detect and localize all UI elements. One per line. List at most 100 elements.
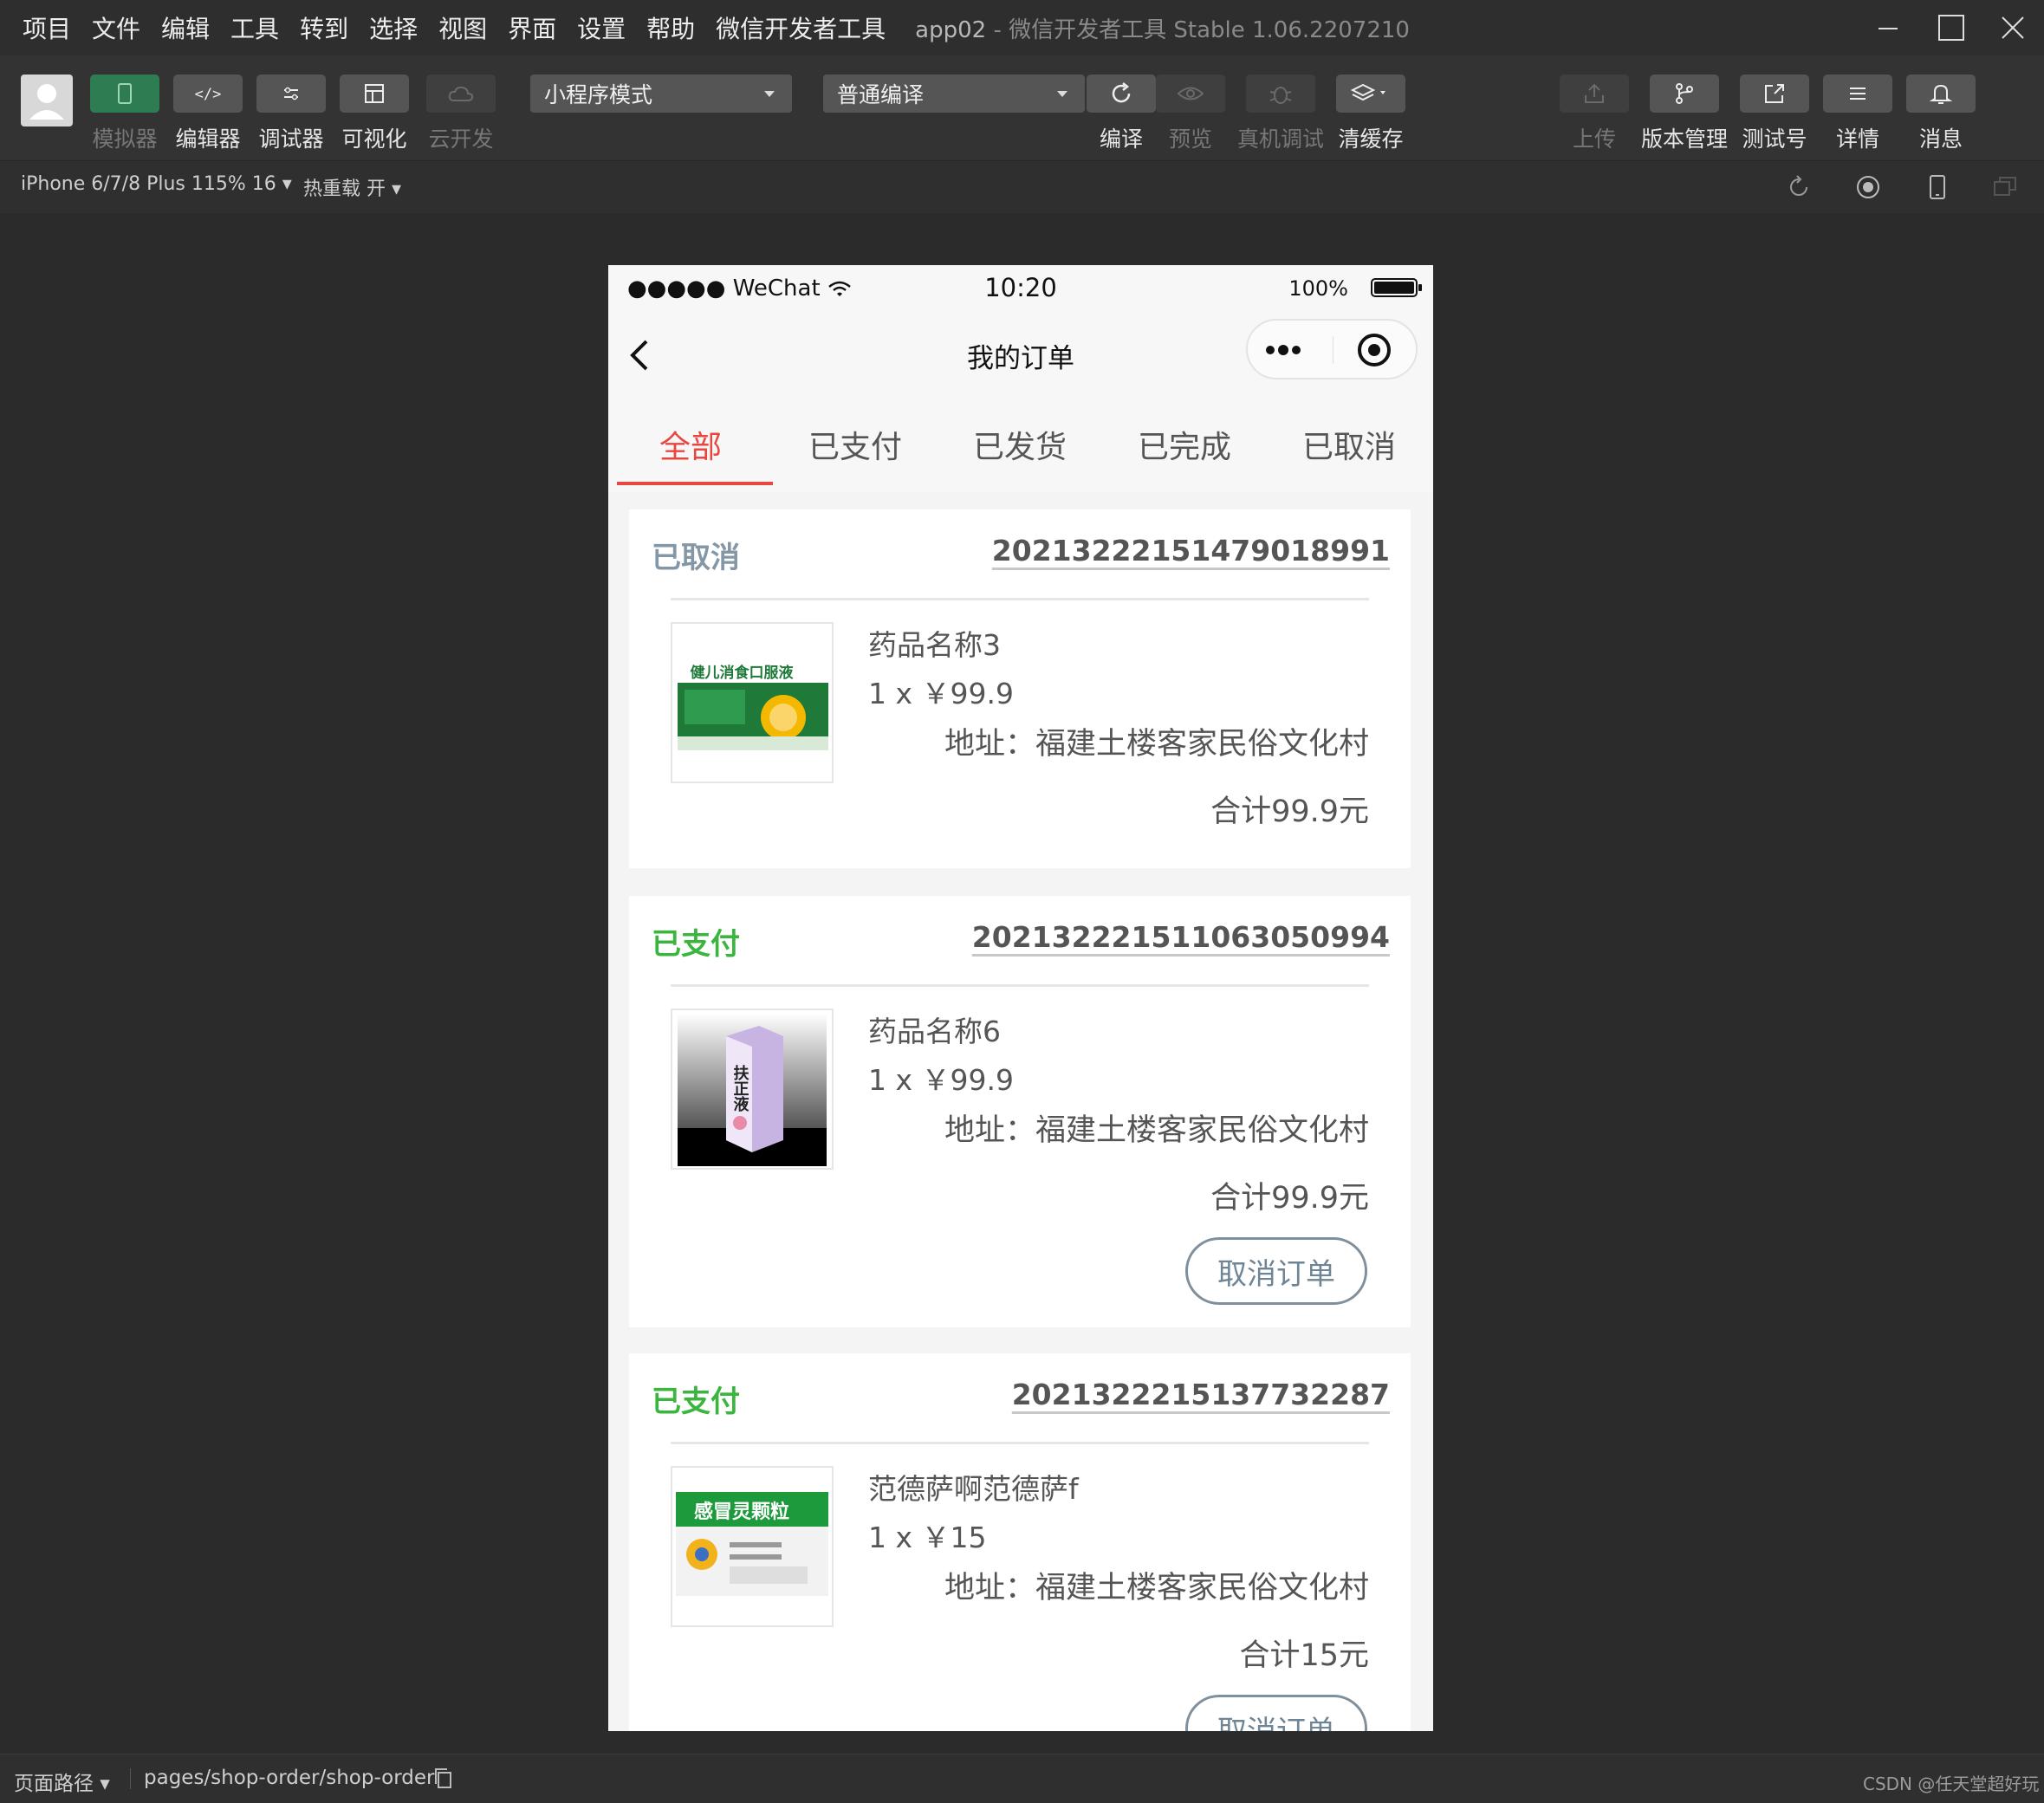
order-card: 已取消 20213222151479018991 健儿消食口服液 药品名称3 1… [629, 509, 1411, 868]
detach-window-button[interactable] [1991, 173, 2019, 201]
order-status: 已支付 [652, 1385, 740, 1419]
order-card: 已支付 2021322215137732287 感冒灵颗粒 范德萨啊范德萨f 1… [629, 1353, 1411, 1731]
refresh-icon [1112, 82, 1131, 103]
remote-debug-button[interactable] [1246, 75, 1315, 113]
menu-item-settings[interactable]: 设置 [577, 10, 626, 45]
product-quantity-price: 1 x ￥15 [868, 1521, 987, 1554]
product-image-text: 感冒灵颗粒 [694, 1501, 789, 1523]
tab-shipped[interactable]: 已发货 [938, 397, 1102, 492]
upload-icon [1585, 83, 1604, 103]
record-icon [1857, 176, 1879, 198]
exit-miniprogram-button[interactable] [1357, 333, 1392, 367]
upload-button[interactable] [1560, 75, 1629, 113]
cloud-label: 云开发 [428, 126, 494, 152]
simulator-button[interactable] [90, 75, 159, 113]
phone-icon [118, 83, 132, 104]
product-image[interactable]: 感冒灵颗粒 [671, 1466, 834, 1627]
remote-debug-label: 真机调试 [1236, 126, 1325, 152]
menu: 项目 文件 编辑 工具 转到 选择 视图 界面 设置 帮助 微信开发者工具 [0, 10, 906, 45]
simulator-bar: iPhone 6/7/8 Plus 115% 16 ▾ 热重载 开 ▾ [0, 160, 2044, 213]
debugger-label: 调试器 [258, 126, 324, 152]
close-button[interactable] [1984, 0, 2041, 55]
visual-button[interactable] [340, 75, 409, 113]
menu-icon [1850, 88, 1866, 100]
more-button[interactable] [1260, 334, 1320, 366]
maximize-button[interactable] [1923, 0, 1980, 55]
order-total: 合计99.9元 [1210, 1181, 1369, 1216]
shipping-address: 地址：福建土楼客家民俗文化村 [944, 1113, 1369, 1148]
tab-completed[interactable]: 已完成 [1102, 397, 1267, 492]
menu-item-goto[interactable]: 转到 [300, 10, 348, 45]
maximize-icon [1938, 15, 1964, 41]
menu-item-select[interactable]: 选择 [369, 10, 418, 45]
order-number: 20213222151479018991 [991, 534, 1390, 567]
avatar[interactable] [21, 75, 73, 126]
page-path: pages/shop-order/shop-order [144, 1767, 435, 1789]
device-select[interactable]: iPhone 6/7/8 Plus 115% 16 ▾ [21, 173, 292, 195]
compile-button[interactable] [1087, 75, 1156, 113]
menu-item-edit[interactable]: 编辑 [161, 10, 210, 45]
clear-cache-button[interactable] [1336, 75, 1405, 113]
editor-button[interactable]: </> [173, 75, 243, 113]
target-icon [1358, 334, 1391, 366]
messages-button[interactable] [1906, 75, 1976, 113]
nav-bar: 我的订单 [608, 314, 1433, 397]
order-number: 202132221511063050994 [971, 920, 1390, 954]
order-card: 已支付 202132221511063050994 扶正液 药品名称6 1 x … [629, 896, 1411, 1327]
product-image[interactable]: 扶正液 [671, 1009, 834, 1170]
cancel-order-button[interactable]: 取消订单 [1185, 1237, 1367, 1305]
clear-cache-label: 清缓存 [1338, 126, 1404, 152]
menu-item-view[interactable]: 视图 [438, 10, 487, 45]
phone-simulator: ●●●●● WeChat 10:20 100% 我的订单 全部 已支付 已发货 … [608, 265, 1433, 1731]
cancel-order-button[interactable]: 取消订单 [1185, 1695, 1367, 1731]
details-label: 详情 [1835, 126, 1880, 152]
divider [671, 984, 1369, 987]
order-number: 2021322215137732287 [1011, 1378, 1390, 1411]
tab-paid[interactable]: 已支付 [773, 397, 938, 492]
more-icon [1266, 345, 1301, 355]
cloud-button[interactable] [426, 75, 496, 113]
product-name: 药品名称6 [868, 1015, 1001, 1048]
compile-label: 编译 [1099, 126, 1144, 152]
menu-item-devtools[interactable]: 微信开发者工具 [716, 10, 886, 45]
preview-button[interactable] [1156, 75, 1225, 113]
close-icon [2002, 16, 2024, 39]
copy-icon [435, 1768, 451, 1788]
menu-item-file[interactable]: 文件 [92, 10, 140, 45]
battery-percent: 100% [1288, 276, 1348, 301]
device-frame-button[interactable] [1924, 173, 1951, 201]
record-button[interactable] [1854, 173, 1882, 201]
product-image[interactable]: 健儿消食口服液 [671, 622, 834, 783]
debugger-button[interactable] [256, 75, 326, 113]
product-quantity-price: 1 x ￥99.9 [868, 1063, 1014, 1097]
bug-icon [1269, 87, 1292, 104]
tab-all[interactable]: 全部 [608, 397, 773, 492]
rotate-button[interactable] [1785, 173, 1813, 201]
shipping-address: 地址：福建土楼客家民俗文化村 [944, 1571, 1369, 1605]
branch-icon [1676, 83, 1693, 104]
menu-item-tools[interactable]: 工具 [230, 10, 279, 45]
tab-cancelled[interactable]: 已取消 [1267, 397, 1431, 492]
test-id-button[interactable] [1740, 75, 1809, 113]
battery-icon [1371, 278, 1422, 297]
version-button[interactable] [1650, 75, 1719, 113]
external-link-icon [1765, 84, 1784, 103]
bell-icon [1929, 84, 1953, 104]
window-title: app02 - 微信开发者工具 Stable 1.06.2207210 [915, 12, 1410, 44]
product-name: 范德萨啊范德萨f [868, 1472, 1079, 1506]
compile-select[interactable]: 普通编译 [823, 75, 1085, 113]
mode-select[interactable]: 小程序模式 [530, 75, 792, 113]
cloud-icon [448, 86, 474, 101]
compile-select-value: 普通编译 [837, 82, 925, 107]
menu-item-help[interactable]: 帮助 [646, 10, 695, 45]
menu-item-interface[interactable]: 界面 [508, 10, 556, 45]
details-button[interactable] [1823, 75, 1892, 113]
copy-path-button[interactable] [433, 1767, 454, 1791]
status-footer: 页面路径 ▾ pages/shop-order/shop-order CSDN … [0, 1754, 2044, 1803]
order-total: 合计15元 [1239, 1638, 1369, 1673]
minimize-button[interactable] [1859, 0, 1917, 55]
divider [671, 598, 1369, 600]
menu-item-project[interactable]: 项目 [23, 10, 71, 45]
hot-reload-toggle[interactable]: 热重载 开 ▾ [303, 173, 401, 201]
page-path-toggle[interactable]: 页面路径 ▾ [14, 1767, 110, 1796]
